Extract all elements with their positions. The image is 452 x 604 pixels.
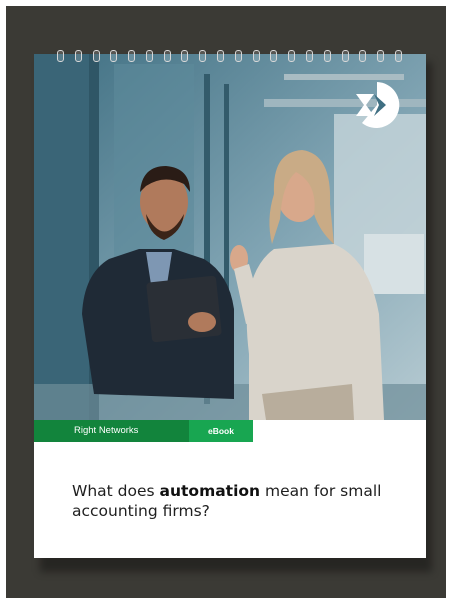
- arrow-chevron-logo-icon: [356, 82, 400, 128]
- binding-ring: [199, 50, 207, 62]
- title-prefix: What does: [72, 482, 160, 500]
- binding-ring: [217, 50, 225, 62]
- binding-ring: [323, 50, 331, 62]
- brand-bar: Right Networks eBook: [34, 420, 426, 442]
- binding-ring: [377, 50, 385, 62]
- binding-ring: [163, 50, 171, 62]
- brand-name: Right Networks: [34, 420, 189, 442]
- binding-ring: [145, 50, 153, 62]
- binding-ring: [110, 50, 118, 62]
- binding-ring: [341, 50, 349, 62]
- binding-ring: [74, 50, 82, 62]
- binding-ring: [288, 50, 296, 62]
- binding-ring: [128, 50, 136, 62]
- binding-ring: [359, 50, 367, 62]
- binding-ring: [305, 50, 313, 62]
- title-emphasis: automation: [159, 482, 261, 500]
- binding-ring: [252, 50, 260, 62]
- binding-ring: [181, 50, 189, 62]
- binding-ring: [57, 50, 64, 62]
- page-title: What does automation mean for small acco…: [72, 481, 402, 521]
- binding-ring: [270, 50, 278, 62]
- binding-ring: [234, 50, 242, 62]
- ebook-cover: Right Networks eBook What does automatio…: [34, 54, 426, 558]
- ebook-tag: eBook: [189, 420, 253, 442]
- binding-ring: [92, 50, 100, 62]
- binding-ring: [394, 50, 402, 62]
- spiral-binding: [57, 50, 402, 64]
